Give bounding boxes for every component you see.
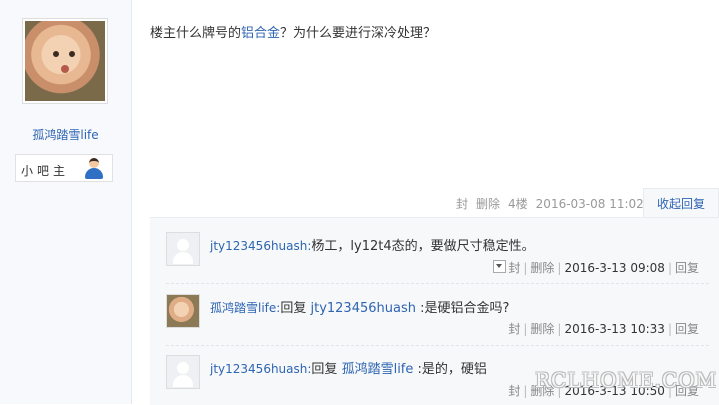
reply-item: jty123456huash:杨工，ly12t4态的，要做尺寸稳定性。 封 | 删除… [166, 232, 709, 275]
collapse-replies-button[interactable]: 收起回复 [643, 188, 719, 218]
moderator-person-icon [84, 158, 104, 180]
reply-divider [166, 283, 709, 285]
seal-link[interactable]: 封 [508, 322, 520, 336]
reply-link[interactable]: 回复 [675, 322, 699, 336]
author-avatar[interactable] [22, 18, 108, 104]
reply-meta: 封 | 删除 | 2016-3-13 10:33 | 回复 [508, 322, 699, 336]
site-watermark: RCLHOME.COM [535, 368, 718, 392]
role-label: 小吧主 [21, 164, 70, 178]
reply-text: :是的，硬铝 [417, 362, 487, 377]
post-meta: 封删除 4楼 2016-03-08 11:02 [456, 195, 652, 212]
reply-item: 孤鸿踏雪life: 回复 jty123456huash :是硬铝合金吗? 封 | 删除… [166, 294, 709, 336]
reply-username[interactable]: 孤鸿踏雪life: [210, 301, 280, 315]
aluminum-alloy-link[interactable]: 铝合金 [241, 26, 280, 41]
reply-text: 杨工，ly12t4态的，要做尺寸稳定性。 [311, 239, 535, 254]
reply-target-link[interactable]: 孤鸿踏雪life [342, 362, 414, 377]
role-badge: 小吧主 [15, 154, 113, 182]
floor-number: 4楼 [508, 197, 528, 211]
reply-divider [166, 345, 709, 347]
author-small-avatar[interactable] [166, 294, 200, 328]
dropdown-arrow-icon[interactable] [493, 260, 507, 273]
reply-text: :是硬铝合金吗? [420, 301, 510, 316]
reply-username[interactable]: jty123456huash: [210, 362, 311, 376]
reply-datetime: 2016-3-13 10:33 [564, 322, 665, 336]
delete-link[interactable]: 删除 [530, 261, 554, 275]
seal-link[interactable]: 封 [508, 261, 520, 275]
default-avatar-icon[interactable] [166, 355, 200, 389]
seal-link[interactable]: 封 [456, 197, 468, 211]
default-avatar-icon[interactable] [166, 232, 200, 266]
baby-avatar-image [25, 21, 105, 101]
post-datetime: 2016-03-08 11:02 [535, 197, 644, 211]
delete-link[interactable]: 删除 [530, 322, 554, 336]
reply-target-link[interactable]: jty123456huash [310, 301, 416, 316]
reply-username[interactable]: jty123456huash: [210, 239, 311, 253]
reply-meta: 封 | 删除 | 2016-3-13 09:08 | 回复 [493, 259, 699, 276]
delete-link[interactable]: 删除 [476, 197, 500, 211]
post-content: 楼主什么牌号的铝合金？为什么要进行深冷处理？ [150, 26, 437, 41]
reply-datetime: 2016-3-13 09:08 [564, 261, 665, 275]
reply-link[interactable]: 回复 [675, 261, 699, 275]
seal-link[interactable]: 封 [508, 384, 520, 398]
author-name-link[interactable]: 孤鸿踏雪life [0, 126, 131, 143]
author-sidebar: 孤鸿踏雪life 小吧主 [0, 0, 132, 404]
